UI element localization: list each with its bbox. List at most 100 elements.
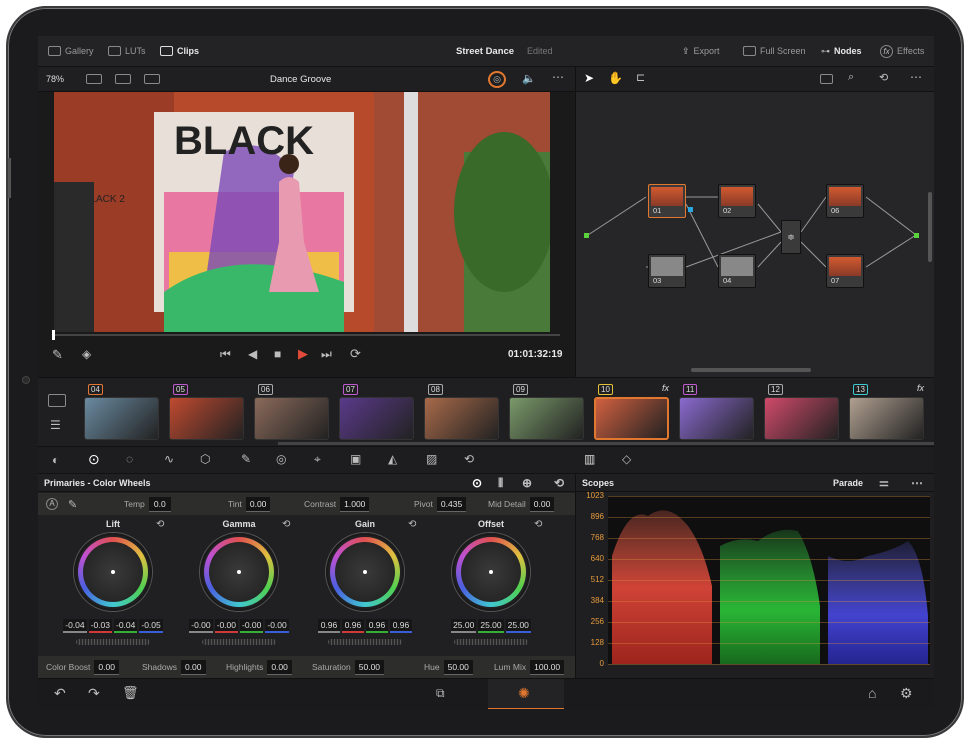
timeline-icon[interactable]: ☰ bbox=[50, 418, 61, 432]
zoom-level[interactable]: 78% bbox=[46, 74, 64, 84]
color-boost-value[interactable]: 0.00 bbox=[94, 659, 119, 675]
node-06[interactable]: 06 bbox=[826, 184, 864, 218]
full-screen-button[interactable]: Full Screen bbox=[743, 46, 806, 56]
scope-mode-select[interactable]: Parade bbox=[833, 478, 863, 488]
clip-scrollbar[interactable] bbox=[278, 442, 934, 445]
wheel-value[interactable]: 0.96 bbox=[342, 619, 364, 633]
hand-icon[interactable]: ✋ bbox=[608, 71, 623, 85]
node-02[interactable]: 02 bbox=[718, 184, 756, 218]
skip-forward-icon[interactable]: ⏭ bbox=[321, 347, 332, 362]
clip-thumbnail[interactable] bbox=[509, 397, 584, 440]
output-port[interactable] bbox=[914, 233, 919, 238]
key-port[interactable] bbox=[688, 207, 693, 212]
tracker-icon[interactable]: ⌖ bbox=[314, 452, 321, 467]
clip-thumbnail[interactable] bbox=[679, 397, 754, 440]
play-icon[interactable]: ▶ bbox=[298, 346, 308, 362]
wheel-value[interactable]: -0.04 bbox=[63, 619, 87, 633]
node-scrollbar[interactable] bbox=[691, 368, 811, 372]
effects-button[interactable]: fx Effects bbox=[880, 44, 924, 58]
redo-icon[interactable]: ↷ bbox=[88, 685, 100, 702]
cut-page-icon[interactable]: ⧉ bbox=[436, 686, 445, 701]
layers-icon[interactable]: ◈ bbox=[82, 347, 91, 361]
color-wheel[interactable] bbox=[452, 533, 530, 611]
blur-icon[interactable]: ◭ bbox=[388, 452, 397, 466]
sizing-icon[interactable]: ⟲ bbox=[464, 452, 474, 466]
clip-thumbnail[interactable] bbox=[84, 397, 159, 440]
loop-icon[interactable]: ⟳ bbox=[350, 346, 361, 362]
wheel-master-slider[interactable] bbox=[454, 639, 528, 645]
clip-thumbnail[interactable] bbox=[849, 397, 924, 440]
reset-all-icon[interactable]: ⟲ bbox=[554, 476, 564, 490]
wheel-reset-icon[interactable]: ⟲ bbox=[282, 519, 290, 530]
clip-thumbnail[interactable] bbox=[764, 397, 839, 440]
clip-name[interactable]: Dance Groove bbox=[270, 74, 331, 85]
wheel-value[interactable]: 25.00 bbox=[451, 619, 477, 633]
auto-balance-icon[interactable]: A bbox=[46, 498, 58, 510]
magic-mask-icon[interactable]: ▣ bbox=[350, 452, 361, 466]
hdr-icon[interactable]: ◌ bbox=[126, 452, 133, 466]
clip-thumbnail[interactable] bbox=[594, 397, 669, 440]
stop-icon[interactable]: ■ bbox=[274, 347, 281, 361]
node-03[interactable]: 03 bbox=[648, 254, 686, 288]
wheel-value[interactable]: 0.96 bbox=[366, 619, 388, 633]
export-button[interactable]: ⇪ Export bbox=[682, 46, 720, 57]
zoom-fit-icon[interactable]: ⌕ bbox=[848, 71, 854, 84]
pointer-icon[interactable]: ➤ bbox=[584, 71, 594, 85]
viewer-image[interactable]: BLACK ON BLACK 2 bbox=[54, 92, 550, 332]
color-page-tab[interactable]: ✺ bbox=[488, 679, 564, 709]
trash-icon[interactable]: 🗑 bbox=[122, 685, 139, 701]
saturation-value[interactable]: 50.00 bbox=[354, 659, 385, 675]
color-picker-icon[interactable]: ◎ bbox=[488, 71, 506, 88]
single-view-icon[interactable] bbox=[86, 74, 102, 84]
color-wheel[interactable] bbox=[200, 533, 278, 611]
log-mode-icon[interactable]: ⊕ bbox=[522, 476, 532, 490]
white-balance-icon[interactable]: ✎ bbox=[68, 498, 77, 511]
key-icon[interactable]: ▨ bbox=[426, 452, 437, 466]
gallery-tab[interactable]: Gallery bbox=[48, 46, 94, 56]
node-04[interactable]: 04 bbox=[718, 254, 756, 288]
home-icon[interactable]: ⌂ bbox=[868, 685, 876, 701]
clip-thumbnail[interactable] bbox=[339, 397, 414, 440]
scope-more-icon[interactable]: ⋯ bbox=[911, 476, 923, 490]
window-icon[interactable]: ◎ bbox=[276, 452, 286, 466]
wheel-value[interactable]: 25.00 bbox=[505, 619, 531, 633]
wheel-master-slider[interactable] bbox=[328, 639, 402, 645]
qualifier-icon[interactable]: ✎ bbox=[241, 452, 251, 466]
camera-raw-icon[interactable]: ◐ bbox=[52, 453, 59, 467]
wheel-puck[interactable] bbox=[363, 570, 367, 574]
clips-tab[interactable]: Clips bbox=[160, 46, 199, 56]
wheel-value[interactable]: -0.00 bbox=[265, 619, 289, 633]
mid-detail-value[interactable]: 0.00 bbox=[529, 496, 555, 512]
eyedropper-icon[interactable]: ✎ bbox=[52, 347, 63, 363]
color-wheels-icon[interactable]: ⊙ bbox=[88, 451, 100, 468]
undo-icon[interactable]: ↶ bbox=[54, 685, 66, 702]
scopes-icon[interactable]: ▥ bbox=[584, 452, 595, 466]
clip-thumbnail[interactable] bbox=[169, 397, 244, 440]
wheels-mode-icon[interactable]: ⊙ bbox=[472, 476, 482, 490]
wheel-reset-icon[interactable]: ⟲ bbox=[408, 519, 416, 530]
node-more-icon[interactable]: ⋯ bbox=[910, 70, 922, 84]
node-07[interactable]: 07 bbox=[826, 254, 864, 288]
reverse-icon[interactable]: ◀ bbox=[248, 347, 257, 361]
hue-value[interactable]: 50.00 bbox=[443, 659, 473, 675]
lum-mix-value[interactable]: 100.00 bbox=[530, 659, 565, 675]
wheel-value[interactable]: -0.04 bbox=[114, 619, 138, 633]
color-wheel[interactable] bbox=[74, 533, 152, 611]
split-view-icon[interactable] bbox=[115, 74, 131, 84]
audio-icon[interactable]: 🔈 bbox=[522, 72, 536, 85]
source-port[interactable] bbox=[584, 233, 589, 238]
wheel-master-slider[interactable] bbox=[202, 639, 276, 645]
wheel-value[interactable]: -0.00 bbox=[189, 619, 213, 633]
node-vscrollbar[interactable] bbox=[928, 192, 932, 262]
nodes-button[interactable]: ⊶ Nodes bbox=[821, 46, 862, 57]
color-wheel[interactable] bbox=[326, 533, 404, 611]
highlights-value[interactable]: 0.00 bbox=[267, 659, 292, 675]
luts-tab[interactable]: LUTs bbox=[108, 46, 146, 56]
skip-back-icon[interactable]: ⏮ bbox=[220, 347, 231, 362]
viewer-icon[interactable] bbox=[820, 74, 833, 84]
wheel-value[interactable]: -0.00 bbox=[240, 619, 264, 633]
info-icon[interactable]: ◇ bbox=[622, 452, 631, 466]
wheel-value[interactable]: 0.96 bbox=[318, 619, 340, 633]
wheel-value[interactable]: 25.00 bbox=[478, 619, 504, 633]
node-01[interactable]: 01 bbox=[648, 184, 686, 218]
